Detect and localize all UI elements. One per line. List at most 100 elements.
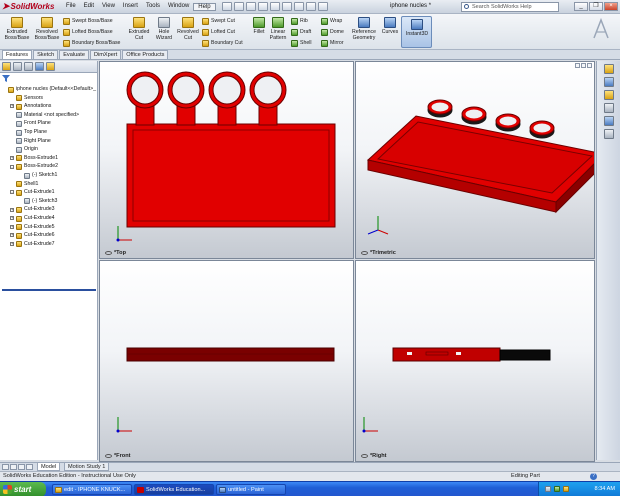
menu-view[interactable]: View xyxy=(98,3,119,11)
restore-button[interactable]: ❐ xyxy=(589,2,603,11)
appearances-icon[interactable] xyxy=(603,116,614,126)
menu-file[interactable]: File xyxy=(62,3,80,11)
tab-office-products[interactable]: Office Products xyxy=(122,50,169,59)
viewport-right[interactable]: *Right xyxy=(355,260,595,462)
tree-item[interactable]: + Cut-Extrude4 xyxy=(0,214,98,223)
linear-pattern-button[interactable]: Linear Pattern xyxy=(268,17,288,41)
rollback-bar[interactable] xyxy=(2,289,96,291)
viewport-top[interactable]: *Top xyxy=(99,61,354,259)
tree-item[interactable]: Top Plane xyxy=(0,128,98,137)
tree-expander-icon[interactable]: + xyxy=(10,224,14,229)
tree-item[interactable]: - Cut-Extrude1 xyxy=(0,188,98,197)
feature-manager-icon[interactable] xyxy=(2,62,11,71)
tree-expander-icon[interactable]: + xyxy=(10,156,14,161)
taskbar-item-solidworks[interactable]: SolidWorks Education... xyxy=(134,484,214,495)
menu-help[interactable]: Help xyxy=(193,2,216,11)
prev-tab-icon[interactable] xyxy=(10,464,17,470)
tree-item[interactable]: + Annotations xyxy=(0,102,98,111)
tree-item[interactable]: Right Plane xyxy=(0,137,98,146)
save-icon[interactable] xyxy=(245,2,256,11)
curves-button[interactable]: Curves xyxy=(380,17,400,35)
revolved-cut-button[interactable]: Revolved Cut xyxy=(176,17,200,41)
extruded-cut-button[interactable]: Extruded Cut xyxy=(126,17,152,41)
instant3d-button[interactable]: Instant3D xyxy=(401,16,432,48)
tree-expander-icon[interactable]: + xyxy=(10,233,14,238)
menu-tools[interactable]: Tools xyxy=(142,3,164,11)
lofted-cut-button[interactable]: Lofted Cut xyxy=(202,27,235,37)
wrap-button[interactable]: Wrap xyxy=(321,16,342,26)
swept-cut-button[interactable]: Swept Cut xyxy=(202,16,235,26)
view-visibility-icon[interactable] xyxy=(105,454,112,458)
search-field[interactable]: Search SolidWorks Help xyxy=(461,2,559,12)
tab-motion-study[interactable]: Motion Study 1 xyxy=(64,463,110,471)
menu-edit[interactable]: Edit xyxy=(80,3,98,11)
view-visibility-icon[interactable] xyxy=(105,251,112,255)
shell-button[interactable]: Shell xyxy=(291,38,312,48)
print-icon[interactable] xyxy=(257,2,268,11)
lofted-boss-button[interactable]: Lofted Boss/Base xyxy=(63,27,113,37)
help-icon[interactable]: ? xyxy=(590,473,597,480)
tree-item[interactable]: + Cut-Extrude3 xyxy=(0,205,98,214)
tree-expander-icon[interactable]: + xyxy=(10,104,14,109)
configuration-manager-icon[interactable] xyxy=(24,62,33,71)
tray-volume-icon[interactable] xyxy=(563,486,569,492)
tree-item[interactable]: Material <not specified> xyxy=(0,111,98,120)
first-tab-icon[interactable] xyxy=(2,464,9,470)
view-visibility-icon[interactable] xyxy=(361,251,368,255)
dimxpert-manager-icon[interactable] xyxy=(35,62,44,71)
tree-item[interactable]: - Boss-Extrude2 xyxy=(0,162,98,171)
tree-item[interactable]: (-) Sketch3 xyxy=(0,197,98,206)
taskbar-item-paint[interactable]: untitled - Paint xyxy=(216,484,286,495)
solidworks-resources-icon[interactable] xyxy=(603,64,614,74)
undo-icon[interactable] xyxy=(269,2,280,11)
solidworks-logo[interactable]: ➤ SolidWorks xyxy=(0,1,62,12)
tree-item[interactable]: + Cut-Extrude5 xyxy=(0,223,98,232)
close-button[interactable]: × xyxy=(604,2,618,11)
display-manager-icon[interactable] xyxy=(46,62,55,71)
extruded-boss-button[interactable]: Extruded Boss/Base xyxy=(2,17,32,41)
new-icon[interactable] xyxy=(221,2,232,11)
minimize-button[interactable]: _ xyxy=(574,2,588,11)
view-visibility-icon[interactable] xyxy=(361,454,368,458)
rib-button[interactable]: Rib xyxy=(291,16,308,26)
viewport-front[interactable]: *Front xyxy=(99,260,354,462)
viewport-trimetric[interactable]: *Trimetric xyxy=(355,61,595,259)
tab-features[interactable]: Features xyxy=(2,50,33,59)
revolved-boss-button[interactable]: Revolved Boss/Base xyxy=(33,17,61,41)
draft-button[interactable]: Draft xyxy=(291,27,311,37)
menu-window[interactable]: Window xyxy=(164,3,193,11)
menu-insert[interactable]: Insert xyxy=(119,3,142,11)
tree-expander-icon[interactable]: - xyxy=(10,190,14,195)
options-icon[interactable] xyxy=(317,2,328,11)
tree-item[interactable]: + Boss-Extrude1 xyxy=(0,154,98,163)
tab-model[interactable]: Model xyxy=(37,463,61,471)
tree-item[interactable]: Shell1 xyxy=(0,180,98,189)
boundary-boss-button[interactable]: Boundary Boss/Base xyxy=(63,38,120,48)
tab-sketch[interactable]: Sketch xyxy=(33,50,59,59)
tab-evaluate[interactable]: Evaluate xyxy=(59,50,89,59)
tree-expander-icon[interactable]: + xyxy=(10,207,14,212)
start-button[interactable]: start xyxy=(0,482,46,496)
hole-wizard-button[interactable]: Hole Wizard xyxy=(153,17,175,41)
tree-item[interactable]: + Cut-Extrude6 xyxy=(0,231,98,240)
mirror-button[interactable]: Mirror xyxy=(321,38,344,48)
next-tab-icon[interactable] xyxy=(18,464,25,470)
tree-expander-icon[interactable]: + xyxy=(10,241,14,246)
design-library-icon[interactable] xyxy=(603,77,614,87)
filter-icon[interactable] xyxy=(2,75,10,82)
tree-item[interactable]: (-) Sketch1 xyxy=(0,171,98,180)
dome-button[interactable]: Dome xyxy=(321,27,344,37)
tab-dimxpert[interactable]: DimXpert xyxy=(89,50,122,59)
tree-item[interactable]: Sensors xyxy=(0,94,98,103)
taskbar-item-edit[interactable]: edit - IPHONE KNUCK... xyxy=(52,484,132,495)
file-properties-icon[interactable] xyxy=(305,2,316,11)
property-manager-icon[interactable] xyxy=(13,62,22,71)
select-icon[interactable] xyxy=(281,2,292,11)
rebuild-icon[interactable] xyxy=(293,2,304,11)
boundary-cut-button[interactable]: Boundary Cut xyxy=(202,38,243,48)
tree-item[interactable]: Origin xyxy=(0,145,98,154)
view-palette-icon[interactable] xyxy=(603,103,614,113)
tree-expander-icon[interactable]: - xyxy=(10,164,14,169)
tree-expander-icon[interactable]: + xyxy=(10,216,14,221)
custom-properties-icon[interactable] xyxy=(603,129,614,139)
